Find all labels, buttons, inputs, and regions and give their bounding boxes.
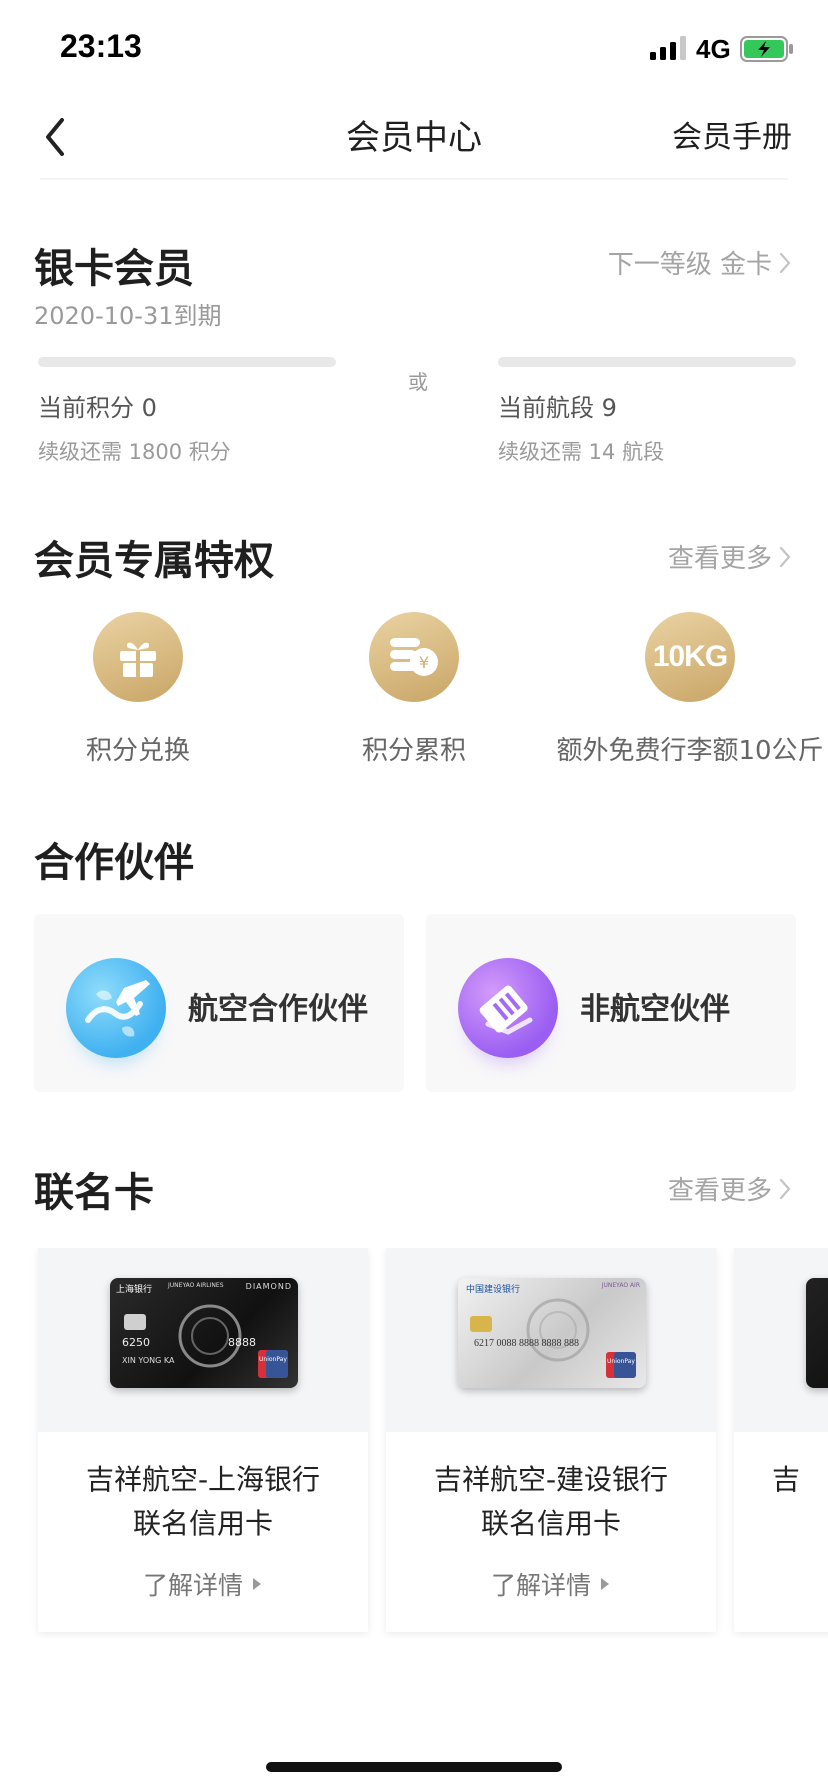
ten-kg-text: 10KG — [652, 640, 728, 673]
card-number-suffix: 8888 — [228, 1336, 256, 1349]
detail-label: 了解详情 — [142, 1571, 243, 1600]
card-name-line2: 联名信用卡 — [132, 1507, 273, 1540]
points-needed: 续级还需 1800 积分 — [38, 440, 231, 464]
card-bank-name: 上海银行 — [116, 1285, 153, 1295]
nav-bar: 会员中心 会员手册 — [0, 100, 828, 180]
gift-icon — [93, 612, 183, 702]
partner-label: 非航空伙伴 — [580, 992, 730, 1027]
segments-needed: 续级还需 14 航段 — [498, 440, 665, 464]
partner-label: 航空合作伙伴 — [188, 992, 368, 1027]
airline-partners-card[interactable]: 航空合作伙伴 — [34, 914, 404, 1092]
unionpay-logo: UnionPay — [259, 1356, 287, 1363]
or-label: 或 — [408, 370, 428, 394]
cobrand-card-shanghai-bank[interactable]: 上海银行 JUNEYAO AIRLINES DIAMOND 6250 8888 … — [38, 1248, 368, 1632]
member-manual-link[interactable]: 会员手册 — [672, 112, 792, 156]
card-number-prefix: 6250 — [122, 1336, 150, 1349]
current-segments: 当前航段 9 — [498, 394, 617, 422]
privileges-title: 会员专属特权 — [34, 538, 274, 584]
next-level-label: 下一等级 金卡 — [607, 250, 772, 280]
handshake-card-icon — [458, 958, 558, 1058]
card-bank-name: 中国建设银行 — [466, 1285, 521, 1295]
cobrand-more-label: 查看更多 — [667, 1176, 772, 1206]
credit-card-image: 上海银行 JUNEYAO AIRLINES DIAMOND 6250 8888 … — [110, 1278, 298, 1388]
privilege-points-accrual[interactable]: ¥ 积分累积 — [276, 612, 552, 767]
card-name-line1: 吉祥航空-建设银行 — [433, 1463, 669, 1496]
card-image-area — [734, 1248, 828, 1432]
privilege-label: 额外免费行李额10公斤 — [556, 736, 824, 766]
coins-icon: ¥ — [369, 612, 459, 702]
card-tier: DIAMOND — [245, 1282, 292, 1291]
status-bar: 23:13 4G — [0, 0, 828, 100]
card-image-area: 上海银行 JUNEYAO AIRLINES DIAMOND 6250 8888 … — [38, 1248, 368, 1432]
privileges-more-label: 查看更多 — [667, 544, 772, 574]
card-name-line1: 吉 — [772, 1463, 801, 1496]
card-detail-link[interactable]: 了解详情 — [386, 1566, 716, 1602]
current-points: 当前积分 0 — [38, 394, 157, 422]
privilege-label: 积分累积 — [361, 736, 466, 766]
credit-card-image: 中国建设银行 JUNEYAO AIR 6217 0088 8888 8888 8… — [458, 1278, 646, 1388]
points-progress-bar — [38, 357, 336, 367]
airplane-globe-icon — [66, 958, 166, 1058]
cobrand-card-partial[interactable]: 吉 — [734, 1248, 828, 1632]
privilege-points-redeem[interactable]: 积分兑换 — [0, 612, 276, 767]
cobrand-carousel[interactable]: 上海银行 JUNEYAO AIRLINES DIAMOND 6250 8888 … — [0, 1248, 828, 1638]
segments-progress-bar — [498, 357, 796, 367]
card-number: 6217 0088 8888 8888 888 — [474, 1338, 579, 1349]
credit-card-image — [806, 1278, 828, 1388]
chevron-right-icon — [779, 252, 791, 273]
privileges-more-link[interactable]: 查看更多 — [668, 538, 792, 575]
card-holder: XIN YONG KA — [122, 1356, 175, 1365]
card-airline-name: JUNEYAO AIRLINES — [168, 1282, 224, 1289]
privilege-label: 积分兑换 — [85, 736, 190, 766]
status-time: 23:13 — [60, 28, 142, 64]
unionpay-logo: UnionPay — [607, 1358, 635, 1365]
cobrand-title: 联名卡 — [34, 1170, 154, 1216]
partners-title: 合作伙伴 — [34, 840, 194, 886]
detail-label: 了解详情 — [490, 1571, 591, 1600]
chevron-right-icon — [779, 1178, 791, 1199]
member-level-title: 银卡会员 — [34, 246, 194, 292]
ten-kg-icon: 10KG — [645, 612, 735, 702]
svg-text:¥: ¥ — [419, 653, 429, 672]
card-airline-name: JUNEYAO AIR — [601, 1282, 640, 1289]
next-level-link[interactable]: 下一等级 金卡 — [608, 244, 792, 281]
non-airline-partners-card[interactable]: 非航空伙伴 — [426, 914, 796, 1092]
card-detail-link[interactable]: 了解详情 — [38, 1566, 368, 1602]
level-expiry-date: 2020-10-31到期 — [34, 302, 222, 330]
privilege-extra-baggage[interactable]: 10KG 额外免费行李额10公斤 — [552, 612, 828, 767]
network-label: 4G — [696, 34, 731, 64]
signal-icon — [650, 36, 686, 60]
battery-charging-icon — [740, 36, 793, 62]
card-name-line2: 联名信用卡 — [480, 1507, 621, 1540]
cobrand-more-link[interactable]: 查看更多 — [668, 1170, 792, 1207]
chevron-right-icon — [779, 546, 791, 567]
home-indicator — [266, 1762, 562, 1772]
play-arrow-icon — [253, 1578, 261, 1590]
card-image-area: 中国建设银行 JUNEYAO AIR 6217 0088 8888 8888 8… — [386, 1248, 716, 1432]
play-arrow-icon — [601, 1578, 609, 1590]
card-name-line1: 吉祥航空-上海银行 — [85, 1463, 321, 1496]
nav-divider — [40, 178, 788, 180]
cobrand-card-ccb[interactable]: 中国建设银行 JUNEYAO AIR 6217 0088 8888 8888 8… — [386, 1248, 716, 1632]
